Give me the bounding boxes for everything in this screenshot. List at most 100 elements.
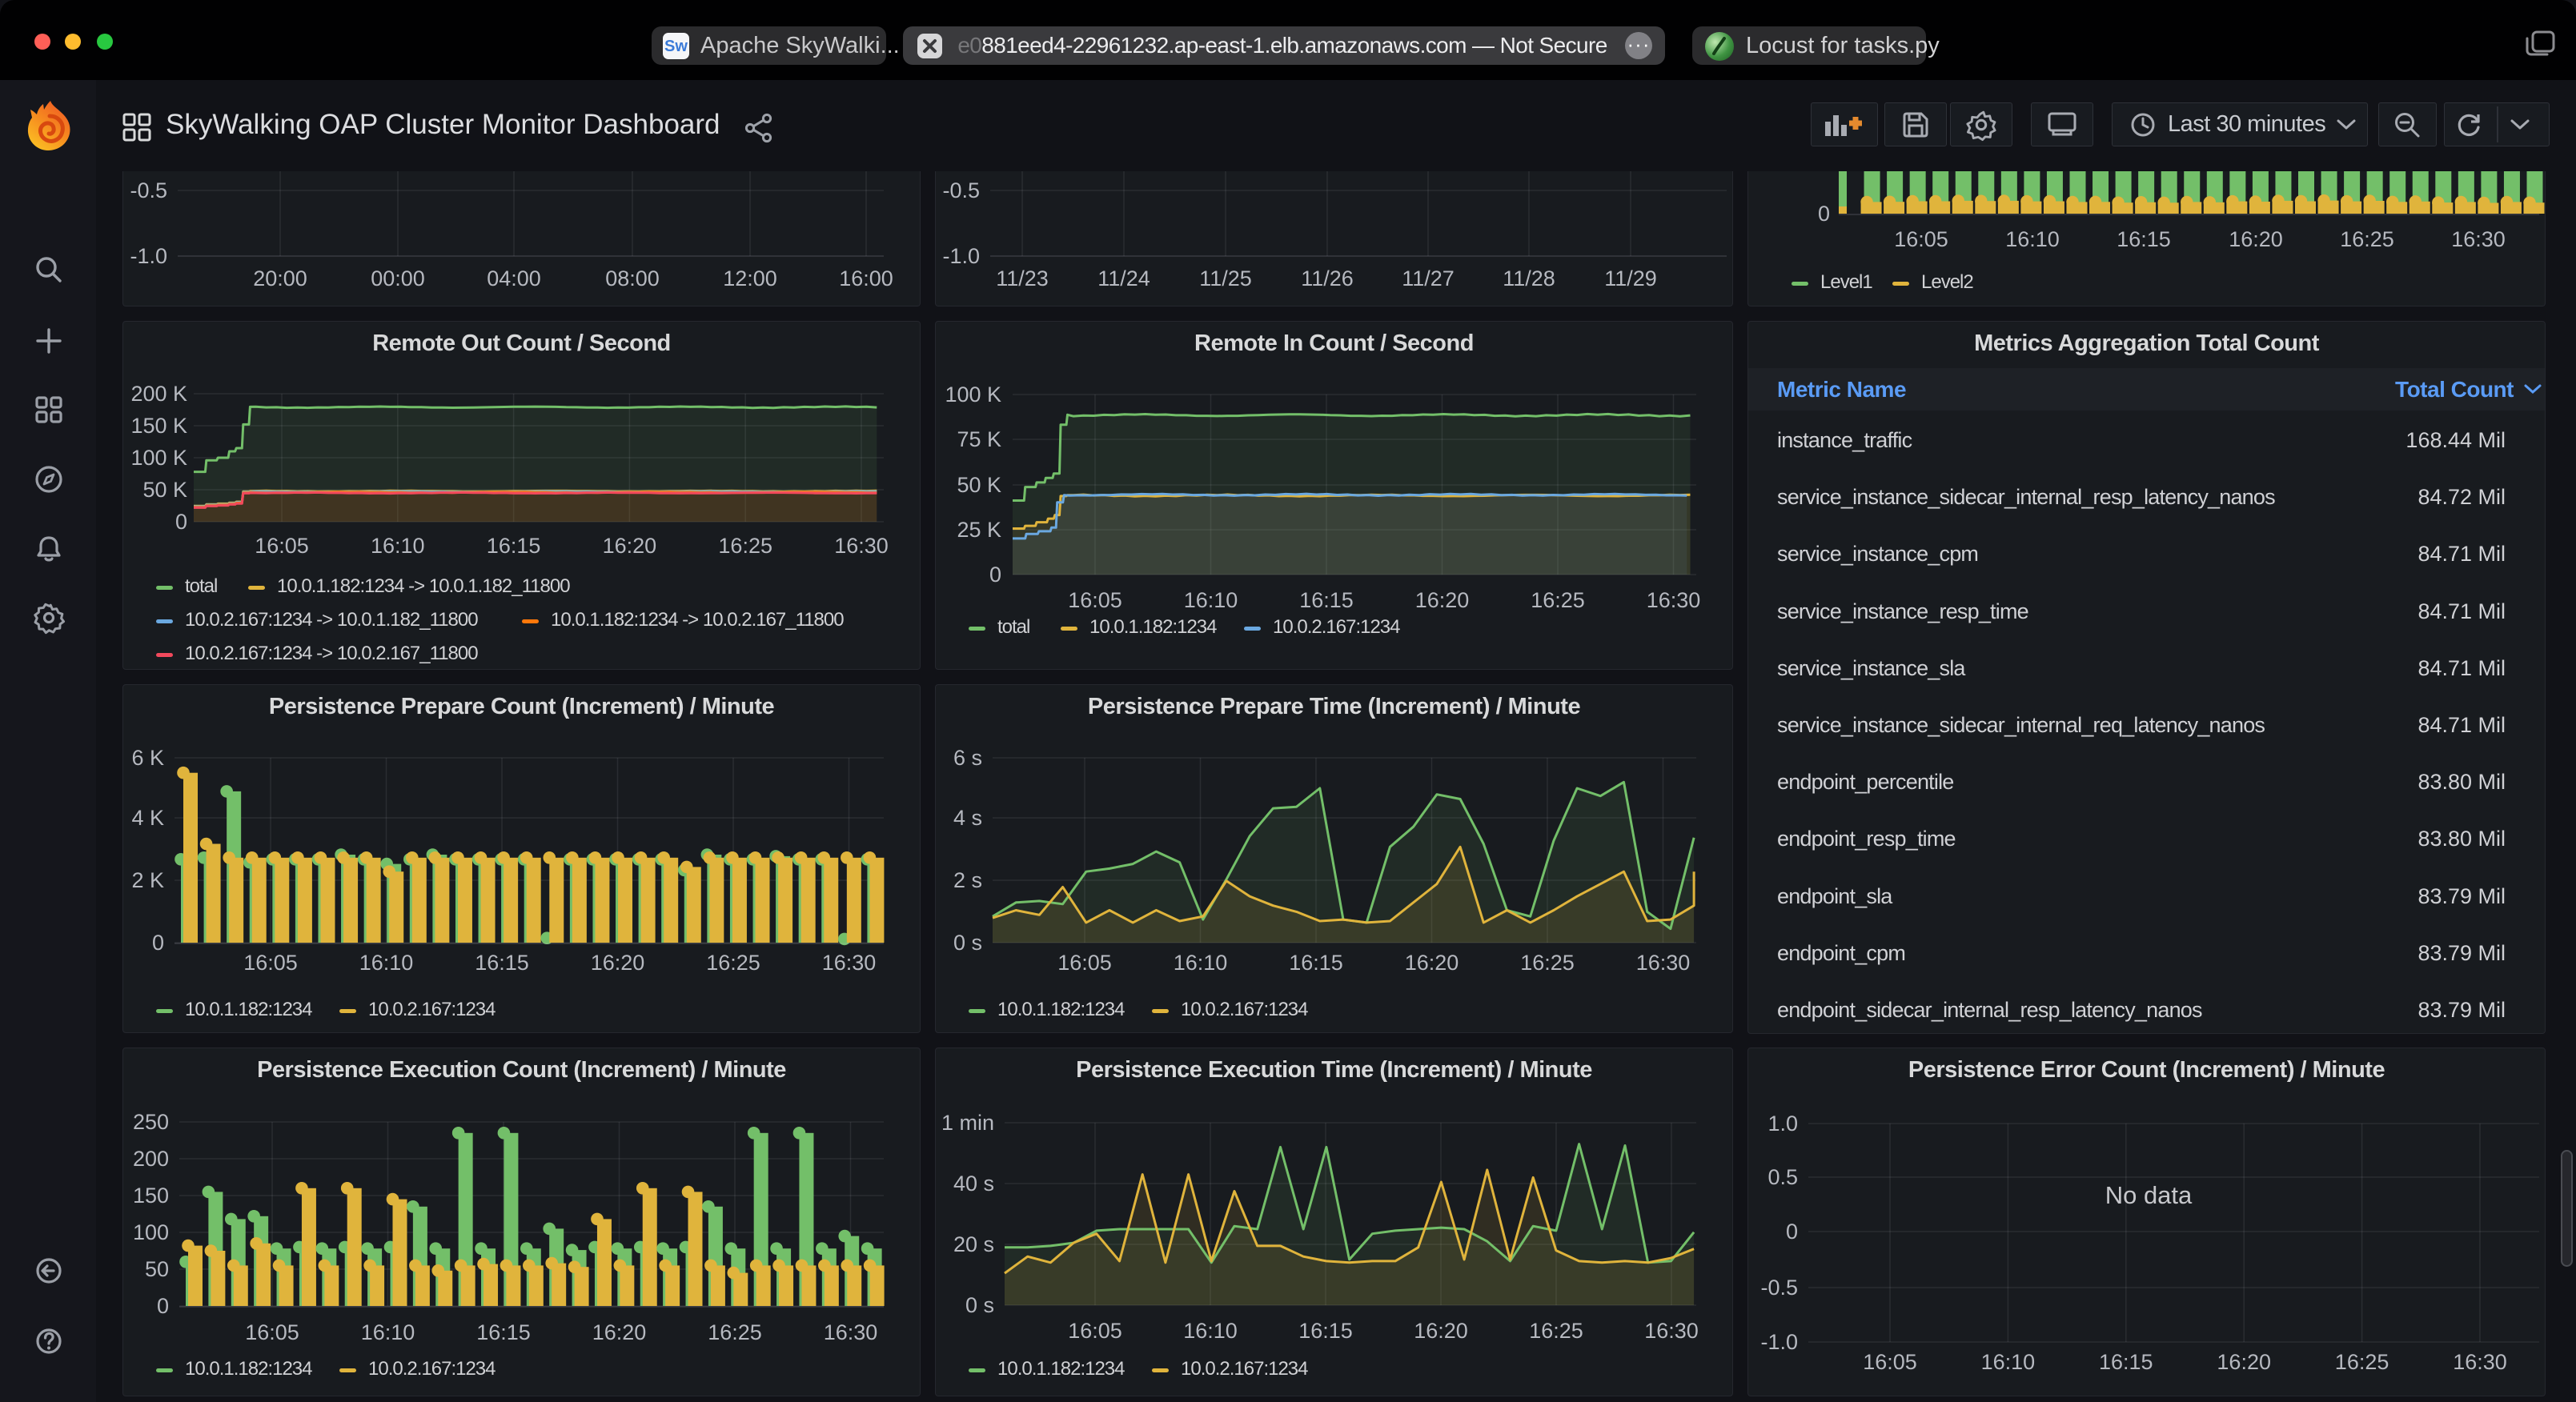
svg-text:-1.0: -1.0: [130, 244, 167, 268]
svg-text:16:05: 16:05: [1068, 1319, 1122, 1343]
svg-text:16:25: 16:25: [1520, 951, 1575, 975]
svg-text:16:30: 16:30: [834, 534, 889, 558]
svg-text:6 s: 6 s: [953, 746, 982, 770]
svg-text:1 min: 1 min: [941, 1111, 994, 1135]
svg-text:16:25: 16:25: [718, 534, 772, 558]
svg-text:4 K: 4 K: [131, 806, 164, 830]
svg-text:16:10: 16:10: [371, 534, 425, 558]
svg-text:16:15: 16:15: [1289, 951, 1343, 975]
svg-text:0 s: 0 s: [953, 931, 982, 955]
svg-text:16:10: 16:10: [361, 1320, 415, 1344]
svg-text:16:30: 16:30: [1647, 588, 1701, 612]
svg-text:16:15: 16:15: [487, 534, 541, 558]
svg-text:16:15: 16:15: [476, 1320, 531, 1344]
svg-text:-0.5: -0.5: [130, 178, 167, 202]
svg-text:100 K: 100 K: [130, 446, 187, 470]
svg-text:16:30: 16:30: [1644, 1319, 1699, 1343]
svg-text:0: 0: [1818, 202, 1830, 226]
svg-text:08:00: 08:00: [605, 266, 660, 290]
svg-text:1.0: 1.0: [1767, 1112, 1798, 1136]
svg-text:16:05: 16:05: [1863, 1350, 1917, 1374]
svg-text:16:00: 16:00: [839, 266, 893, 290]
svg-text:16:20: 16:20: [603, 534, 657, 558]
svg-text:20:00: 20:00: [253, 266, 307, 290]
svg-text:100 K: 100 K: [945, 383, 1001, 407]
svg-text:11/26: 11/26: [1301, 266, 1354, 290]
svg-text:16:25: 16:25: [2335, 1350, 2389, 1374]
svg-text:16:15: 16:15: [2099, 1350, 2153, 1374]
svg-text:16:20: 16:20: [2229, 227, 2283, 251]
svg-text:0: 0: [989, 563, 1001, 587]
svg-text:0: 0: [175, 510, 187, 534]
svg-text:16:05: 16:05: [1068, 588, 1122, 612]
svg-text:16:25: 16:25: [1529, 1319, 1583, 1343]
svg-text:16:15: 16:15: [1298, 1319, 1353, 1343]
svg-text:11/25: 11/25: [1199, 266, 1252, 290]
svg-text:16:15: 16:15: [475, 951, 529, 975]
svg-text:2 K: 2 K: [131, 868, 164, 892]
svg-text:16:10: 16:10: [1184, 588, 1238, 612]
svg-text:50: 50: [145, 1257, 169, 1281]
svg-text:16:20: 16:20: [591, 951, 645, 975]
svg-text:04:00: 04:00: [487, 266, 541, 290]
svg-text:No data: No data: [2105, 1181, 2193, 1209]
svg-text:11/24: 11/24: [1097, 266, 1150, 290]
svg-text:00:00: 00:00: [371, 266, 425, 290]
svg-text:200: 200: [133, 1147, 169, 1171]
svg-text:16:10: 16:10: [1183, 1319, 1238, 1343]
svg-text:12:00: 12:00: [723, 266, 777, 290]
svg-text:0: 0: [157, 1294, 169, 1318]
svg-text:100: 100: [133, 1220, 169, 1244]
svg-text:16:30: 16:30: [2451, 227, 2506, 251]
svg-text:-0.5: -0.5: [942, 178, 980, 202]
svg-text:50 K: 50 K: [957, 473, 1001, 497]
svg-text:16:10: 16:10: [2005, 227, 2060, 251]
svg-text:11/23: 11/23: [996, 266, 1049, 290]
svg-text:16:05: 16:05: [245, 1320, 299, 1344]
svg-text:16:15: 16:15: [1299, 588, 1354, 612]
svg-text:50 K: 50 K: [142, 478, 187, 502]
svg-text:16:30: 16:30: [824, 1320, 878, 1344]
svg-text:-1.0: -1.0: [1760, 1330, 1798, 1354]
svg-text:16:25: 16:25: [2340, 227, 2394, 251]
svg-text:-1.0: -1.0: [942, 244, 980, 268]
svg-text:16:25: 16:25: [706, 951, 760, 975]
svg-text:6 K: 6 K: [131, 746, 164, 770]
svg-text:16:05: 16:05: [255, 534, 309, 558]
svg-text:40 s: 40 s: [953, 1172, 994, 1196]
svg-text:16:05: 16:05: [243, 951, 298, 975]
svg-text:0.5: 0.5: [1767, 1165, 1798, 1189]
svg-text:250: 250: [133, 1110, 169, 1134]
svg-text:16:20: 16:20: [1405, 951, 1459, 975]
svg-text:16:10: 16:10: [359, 951, 414, 975]
svg-text:16:10: 16:10: [1981, 1350, 2036, 1374]
svg-text:11/28: 11/28: [1503, 266, 1555, 290]
svg-text:-0.5: -0.5: [1760, 1276, 1798, 1300]
svg-text:75 K: 75 K: [957, 427, 1001, 451]
svg-text:200 K: 200 K: [130, 382, 187, 406]
svg-text:20 s: 20 s: [953, 1232, 994, 1256]
svg-text:16:10: 16:10: [1174, 951, 1228, 975]
svg-text:16:05: 16:05: [1894, 227, 1948, 251]
svg-text:16:30: 16:30: [1636, 951, 1691, 975]
svg-text:2 s: 2 s: [953, 868, 982, 892]
svg-text:4 s: 4 s: [953, 806, 982, 830]
svg-text:0: 0: [1786, 1220, 1798, 1244]
svg-text:150: 150: [133, 1184, 169, 1208]
svg-text:11/29: 11/29: [1604, 266, 1657, 290]
svg-text:16:20: 16:20: [2217, 1350, 2271, 1374]
svg-text:16:05: 16:05: [1057, 951, 1112, 975]
svg-text:16:20: 16:20: [1414, 1319, 1468, 1343]
svg-text:16:30: 16:30: [2453, 1350, 2507, 1374]
svg-text:25 K: 25 K: [957, 518, 1001, 542]
svg-text:0: 0: [152, 931, 164, 955]
svg-text:16:15: 16:15: [2117, 227, 2171, 251]
svg-text:16:20: 16:20: [1415, 588, 1470, 612]
svg-text:150 K: 150 K: [130, 414, 187, 438]
svg-text:11/27: 11/27: [1402, 266, 1455, 290]
svg-text:16:25: 16:25: [708, 1320, 762, 1344]
svg-text:0 s: 0 s: [965, 1293, 994, 1317]
svg-text:16:20: 16:20: [592, 1320, 647, 1344]
svg-text:16:30: 16:30: [822, 951, 877, 975]
svg-text:16:25: 16:25: [1531, 588, 1585, 612]
